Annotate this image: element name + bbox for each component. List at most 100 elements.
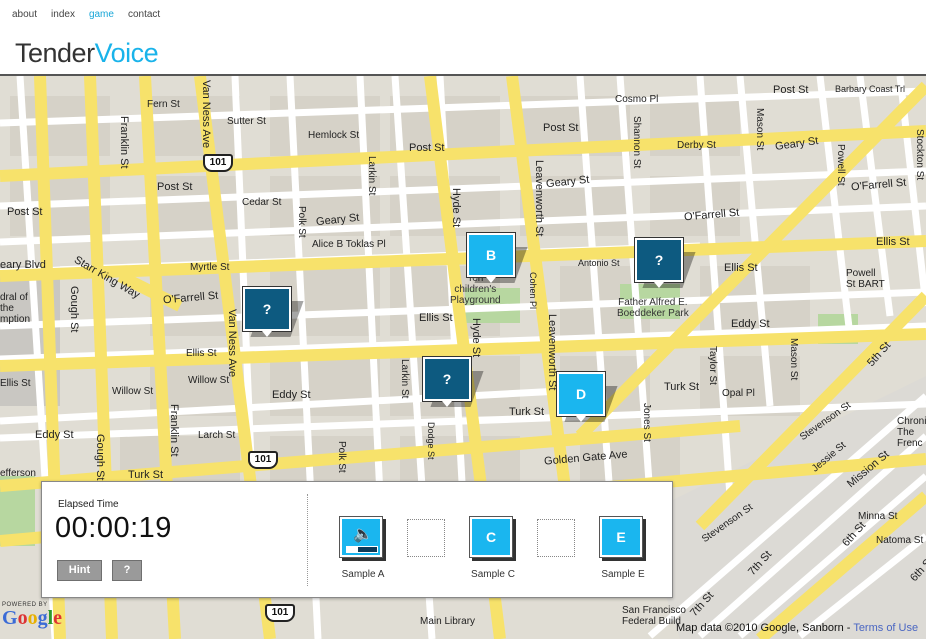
terms-of-use-link[interactable]: Terms of Use: [853, 622, 918, 634]
google-letter: o: [17, 607, 28, 629]
label-mason-st-2: Mason St: [788, 338, 799, 381]
label-post-st-5: Post St: [7, 206, 43, 218]
label-ellis-st-2: Ellis St: [419, 312, 453, 324]
label-eddy-st-3: Eddy St: [35, 429, 74, 441]
marker-box: ?: [423, 357, 471, 401]
sample-c-slot[interactable]: C: [470, 517, 512, 557]
map-marker-unknown-3[interactable]: ?: [423, 357, 484, 407]
label-taylor-st: Taylor St: [707, 346, 718, 385]
help-button[interactable]: ?: [112, 560, 142, 581]
label-larkin-st-2: Larkin St: [399, 359, 410, 399]
site-logo[interactable]: TenderVoice: [15, 38, 159, 69]
map-marker-unknown-2[interactable]: ?: [635, 238, 696, 288]
top-nav: about index game contact: [12, 9, 160, 20]
sample-slot-empty-1[interactable]: [407, 519, 445, 557]
sample-a-label: Sample A: [341, 569, 385, 580]
marker-pointer: [576, 416, 586, 422]
marker-box: ?: [243, 287, 291, 331]
label-cedar-st: Cedar St: [242, 197, 282, 208]
label-eddy-st-1: Eddy St: [272, 389, 311, 401]
label-dodge-st: Dodge St: [426, 422, 436, 460]
google-letter: e: [53, 607, 63, 629]
label-ellis-st-4: Ellis St: [876, 236, 910, 248]
label-eddy-st-2: Eddy St: [731, 318, 770, 330]
nav-about-link[interactable]: about: [12, 9, 37, 20]
google-letter: o: [27, 607, 38, 629]
label-van-ness-ave-1: Van Ness Ave: [200, 80, 212, 149]
marker-pointer: [486, 277, 496, 283]
label-chronicle: Chroni The Frenc: [897, 416, 926, 449]
panel-divider: [307, 494, 308, 586]
label-gough-st-1: Gough St: [68, 286, 80, 333]
label-jones-st: Jones St: [641, 403, 652, 442]
label-post-st-4: Post St: [157, 181, 193, 193]
elapsed-timer: 00:00:19: [55, 512, 172, 544]
sample-a-player[interactable]: 🔈: [340, 517, 382, 557]
marker-box: ?: [635, 238, 683, 282]
label-post-st-2: Post St: [543, 122, 579, 134]
google-wordmark: Google: [2, 608, 62, 628]
label-powell-bart: Powell St BART: [846, 268, 885, 290]
logo-text-voice: Voice: [94, 38, 159, 68]
label-hemlock-st: Hemlock St: [308, 130, 360, 141]
label-van-ness-ave-2: Van Ness Ave: [226, 309, 238, 378]
label-franklin-st-2: Franklin St: [168, 404, 180, 457]
label-post-st-3: Post St: [773, 84, 809, 96]
label-stockton-st: Stockton St: [914, 129, 925, 181]
label-gough-st-2: Gough St: [94, 434, 106, 481]
label-mason-st-1: Mason St: [754, 108, 765, 151]
nav-contact-link[interactable]: contact: [128, 9, 160, 20]
logo-text-tender: Tender: [15, 38, 95, 68]
label-willow-st-1: Willow St: [188, 375, 230, 386]
sample-e-label: Sample E: [601, 569, 645, 580]
marker-box: B: [467, 233, 515, 277]
map-marker-d[interactable]: D: [557, 372, 618, 422]
label-ellis-st-1: Ellis St: [186, 348, 217, 359]
hint-button[interactable]: Hint: [57, 560, 102, 581]
sample-slot-empty-2[interactable]: [537, 519, 575, 557]
label-opal-pl: Opal Pl: [722, 388, 755, 399]
label-polk-st-2: Polk St: [336, 441, 347, 473]
label-willow-st-2: Willow St: [112, 386, 154, 397]
label-cosmo-pl: Cosmo Pl: [615, 94, 659, 105]
marker-pointer: [262, 331, 272, 337]
label-jefferson: efferson: [0, 468, 36, 479]
highway-101-shield-1: 101: [203, 154, 233, 172]
label-post-st-1: Post St: [409, 142, 445, 154]
label-powell-st: Powell St: [835, 144, 846, 186]
elapsed-time-label: Elapsed Time: [58, 499, 119, 510]
nav-index-link[interactable]: index: [51, 9, 75, 20]
label-natoma-st: Natoma St: [876, 535, 924, 546]
label-hyde-st-1: Hyde St: [450, 188, 462, 228]
map-attribution: Map data ©2010 Google, Sanborn - Terms o…: [676, 622, 918, 634]
label-turk-st-2: Turk St: [509, 406, 545, 418]
highway-101-shield-2: 101: [248, 451, 278, 469]
label-ellis-st-5: Ellis St: [0, 378, 31, 389]
map-marker-unknown-1[interactable]: ?: [243, 287, 304, 337]
marker-pointer: [442, 401, 452, 407]
label-cohen-pl: Cohen Pl: [528, 272, 538, 310]
label-derby-st: Derby St: [677, 140, 716, 151]
page: { "nav": { "about": "about", "index": "i…: [0, 0, 926, 639]
label-barbary-coast: Barbary Coast Trl: [835, 84, 906, 94]
label-main-library: Main Library: [420, 616, 476, 627]
label-geary-blvd: eary Blvd: [0, 259, 46, 271]
sample-a-progress: [346, 546, 378, 553]
map-marker-b[interactable]: B: [467, 233, 528, 283]
label-minna-st: Minna St: [858, 511, 898, 522]
map-data-text: Map data ©2010 Google, Sanborn -: [676, 622, 854, 634]
marker-box: D: [557, 372, 605, 416]
label-hyde-st-2: Hyde St: [470, 318, 482, 358]
label-larkin-st-1: Larkin St: [366, 156, 377, 196]
speaker-icon: 🔈: [353, 526, 373, 543]
label-turk-st-1: Turk St: [128, 469, 164, 481]
sample-e-slot[interactable]: E: [600, 517, 642, 557]
google-logo[interactable]: POWERED BY Google: [2, 602, 62, 628]
google-letter: G: [2, 607, 18, 629]
sample-c-label: Sample C: [471, 569, 515, 580]
nav-game-link[interactable]: game: [89, 9, 114, 20]
google-letter: g: [37, 607, 48, 629]
label-larch-st: Larch St: [198, 430, 236, 441]
label-cathedral: dral of the mption: [0, 292, 31, 325]
label-ellis-st-3: Ellis St: [724, 262, 758, 274]
